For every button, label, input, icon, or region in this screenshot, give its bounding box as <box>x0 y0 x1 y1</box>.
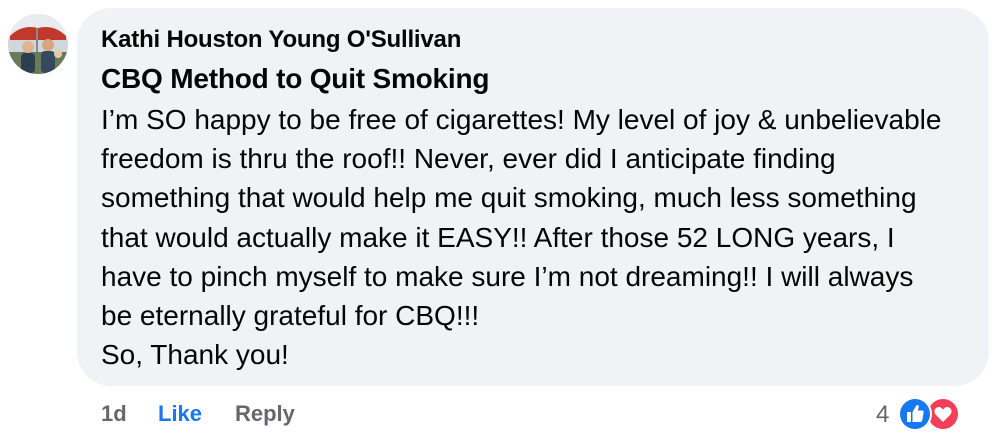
avatar-photo <box>8 14 68 74</box>
comment-body-line: So, Thank you! <box>101 339 289 371</box>
comment-body-line: something that would help me quit smokin… <box>101 182 917 214</box>
like-reaction-icon <box>898 397 932 431</box>
comment-body-line: be eternally grateful for CBQ!!! <box>101 300 480 332</box>
comment-body-line: have to pinch myself to make sure I’m no… <box>101 260 914 292</box>
reaction-count: 4 <box>876 401 890 428</box>
comment-body-line: that would actually make it EASY!! After… <box>101 221 895 253</box>
comment-body-line: freedom is thru the roof!! Never, ever d… <box>101 143 836 175</box>
comment-author[interactable]: Kathi Houston Young O'Sullivan <box>101 26 461 54</box>
avatar[interactable] <box>8 14 68 74</box>
comment-body-line: I’m SO happy to be free of cigarettes! M… <box>101 104 942 135</box>
comment-timestamp[interactable]: 1d <box>101 401 127 427</box>
like-button[interactable]: Like <box>158 401 202 427</box>
reply-button[interactable]: Reply <box>235 401 295 427</box>
comment-body: I’m SO happy to be free of cigarettes! M… <box>101 100 981 374</box>
group-title: CBQ Method to Quit Smoking <box>101 63 490 94</box>
reactions-summary[interactable]: 4 <box>872 394 972 434</box>
comment-bubble: Kathi Houston Young O'Sullivan CBQ Metho… <box>77 8 989 386</box>
